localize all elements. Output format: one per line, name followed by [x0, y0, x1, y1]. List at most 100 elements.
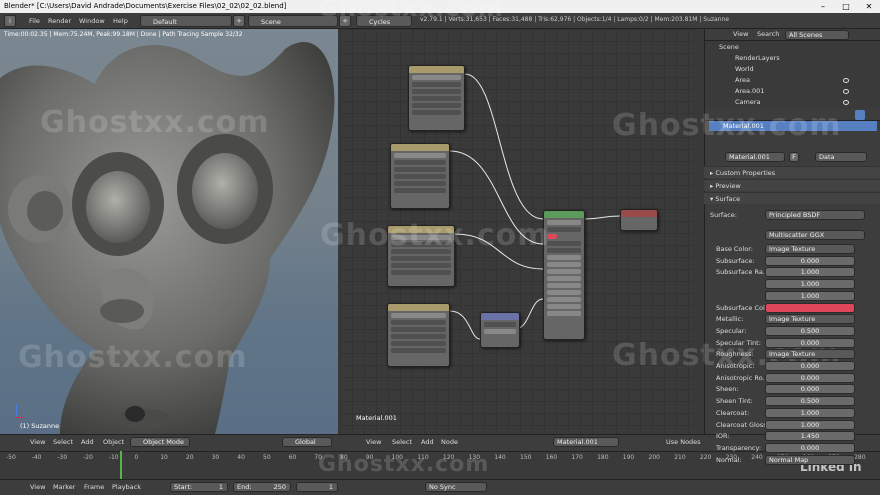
image-texture-node-3[interactable] — [387, 225, 455, 287]
section-custom-properties[interactable]: ▸ Custom Properties — [704, 166, 880, 178]
number-field[interactable]: 0.000 — [765, 372, 855, 383]
distribution-select[interactable]: Multiscatter GGX — [765, 230, 865, 240]
vp-menu-add[interactable]: Add — [81, 437, 94, 447]
fake-user-button[interactable]: F — [789, 152, 799, 162]
link-select[interactable]: Data — [815, 152, 867, 162]
timeline-tick: 20 — [185, 454, 194, 461]
image-texture-node[interactable] — [408, 65, 465, 131]
vp-menu-object[interactable]: Object — [103, 437, 124, 447]
surface-row-label: Subsurface Ra... — [716, 268, 770, 277]
tl-menu-view[interactable]: View — [30, 482, 45, 492]
vp-menu-view[interactable]: View — [30, 437, 45, 447]
node-tree-label: Material.001 — [356, 414, 397, 422]
surface-shader-select[interactable]: Principled BSDF — [765, 210, 865, 220]
layout-selector[interactable]: Default — [140, 15, 232, 27]
visibility-eye-icon[interactable] — [843, 89, 849, 94]
ne-menu-add[interactable]: Add — [421, 437, 434, 447]
material-output-node[interactable] — [620, 209, 658, 231]
number-field[interactable]: 0.000 — [765, 442, 855, 453]
surface-row-label: Subsurface Col — [716, 303, 765, 312]
outliner-item-renderlayers[interactable]: RenderLayers — [735, 53, 780, 64]
outliner-menu-view[interactable]: View — [733, 29, 748, 40]
section-surface[interactable]: ▾ Surface — [704, 192, 880, 204]
tl-menu-playback[interactable]: Playback — [112, 482, 141, 492]
tl-menu-marker[interactable]: Marker — [53, 482, 75, 492]
number-field[interactable]: 0.000 — [765, 337, 855, 348]
number-field[interactable]: 0.500 — [765, 325, 855, 336]
socket-link-select[interactable]: Image Texture — [765, 244, 855, 254]
editor-type-icon[interactable]: i — [4, 15, 16, 27]
menu-file[interactable]: File — [29, 15, 40, 27]
material-name-field[interactable]: Material.001 — [725, 152, 785, 162]
image-texture-node-2[interactable] — [390, 143, 450, 209]
surface-row-label: Specular Tint: — [716, 338, 761, 347]
number-field[interactable]: 1.000 — [765, 419, 855, 430]
outliner-item-world[interactable]: World — [735, 64, 754, 75]
number-field[interactable]: 0.000 — [765, 384, 855, 395]
material-slot[interactable]: Material.001 — [709, 121, 877, 131]
number-field[interactable]: 0.500 — [765, 396, 855, 407]
number-field[interactable]: 1.000 — [765, 279, 855, 290]
image-texture-node-4[interactable] — [387, 303, 450, 367]
menu-help[interactable]: Help — [113, 15, 128, 27]
outliner-item-area-001[interactable]: Area.001 — [735, 86, 764, 97]
number-field[interactable]: 0.000 — [765, 255, 855, 266]
socket-link-select[interactable]: Image Texture — [765, 349, 855, 360]
maximize-button[interactable]: □ — [835, 0, 857, 13]
section-preview[interactable]: ▸ Preview — [704, 179, 880, 191]
material-tab-icon[interactable] — [855, 110, 865, 120]
number-field[interactable]: 1.450 — [765, 431, 855, 442]
outliner-item-camera[interactable]: Camera — [735, 97, 761, 108]
timeline[interactable]: -50 -40 -30 -20 -10 0 10 20 30 40 50 60 70 80 90 100 110… — [0, 451, 880, 479]
add-layout-button[interactable]: + — [233, 15, 245, 27]
number-field[interactable]: 0.000 — [765, 361, 855, 371]
close-button[interactable]: ✕ — [858, 0, 880, 13]
principled-bsdf-node[interactable] — [543, 210, 585, 340]
outliner-menu-search[interactable]: Search — [757, 29, 779, 40]
3d-viewport[interactable] — [0, 29, 338, 434]
timeline-tick: 120 — [442, 454, 455, 461]
vp-menu-select[interactable]: Select — [53, 437, 73, 447]
number-field[interactable]: 1.000 — [765, 407, 855, 418]
outliner[interactable]: View Search All Scenes Scene RenderLayer… — [704, 29, 880, 109]
socket-link-select[interactable]: Image Texture — [765, 314, 855, 325]
outliner-filter-select[interactable]: All Scenes — [785, 30, 849, 40]
tl-menu-frame[interactable]: Frame — [84, 482, 104, 492]
current-frame-field[interactable]: 1 — [296, 482, 338, 492]
menu-render[interactable]: Render — [48, 15, 71, 27]
timeline-tick: 10 — [160, 454, 168, 461]
subsurface-color-swatch[interactable] — [765, 302, 855, 313]
visibility-eye-icon[interactable] — [843, 78, 849, 83]
scene-selector[interactable]: Scene — [248, 15, 338, 27]
node-editor[interactable] — [340, 29, 694, 434]
sync-select[interactable]: No Sync — [425, 482, 487, 492]
ne-menu-view[interactable]: View — [366, 437, 381, 447]
start-frame-field[interactable]: Start: 1 — [170, 482, 228, 492]
add-scene-button[interactable]: + — [339, 15, 351, 27]
orientation-select[interactable]: Global — [282, 437, 332, 447]
outliner-item-area[interactable]: Area — [735, 75, 750, 86]
ne-menu-node[interactable]: Node — [441, 437, 458, 447]
number-field[interactable]: 1.000 — [765, 267, 855, 278]
use-nodes-toggle[interactable]: Use Nodes — [666, 437, 701, 447]
ne-menu-select[interactable]: Select — [392, 437, 412, 447]
normal-map-node[interactable] — [480, 312, 520, 348]
menu-window[interactable]: Window — [79, 15, 105, 27]
mode-select[interactable]: Object Mode — [130, 437, 190, 447]
end-frame-field[interactable]: End: 250 — [233, 482, 291, 492]
render-engine-selector[interactable]: Cycles Render — [356, 15, 412, 38]
minimize-button[interactable]: – — [812, 0, 834, 13]
outliner-item-scene[interactable]: Scene — [719, 42, 739, 53]
surface-row-label: Specular: — [716, 326, 747, 335]
timeline-playhead[interactable] — [120, 451, 122, 479]
info-header: i File Render Window Help Default + Scen… — [0, 13, 880, 38]
suzanne-render — [0, 42, 335, 434]
surface-row-label: Subsurface: — [716, 256, 755, 265]
surface-row-label: Metallic: — [716, 315, 744, 324]
socket-link-select[interactable]: Normal Map — [765, 454, 855, 465]
node-material-field[interactable]: Material.001 — [553, 437, 619, 447]
visibility-eye-icon[interactable] — [843, 100, 849, 105]
surface-row-label: Clearcoat: — [716, 408, 750, 417]
timeline-tick: 40 — [237, 454, 245, 461]
number-field[interactable]: 1.000 — [765, 290, 855, 301]
